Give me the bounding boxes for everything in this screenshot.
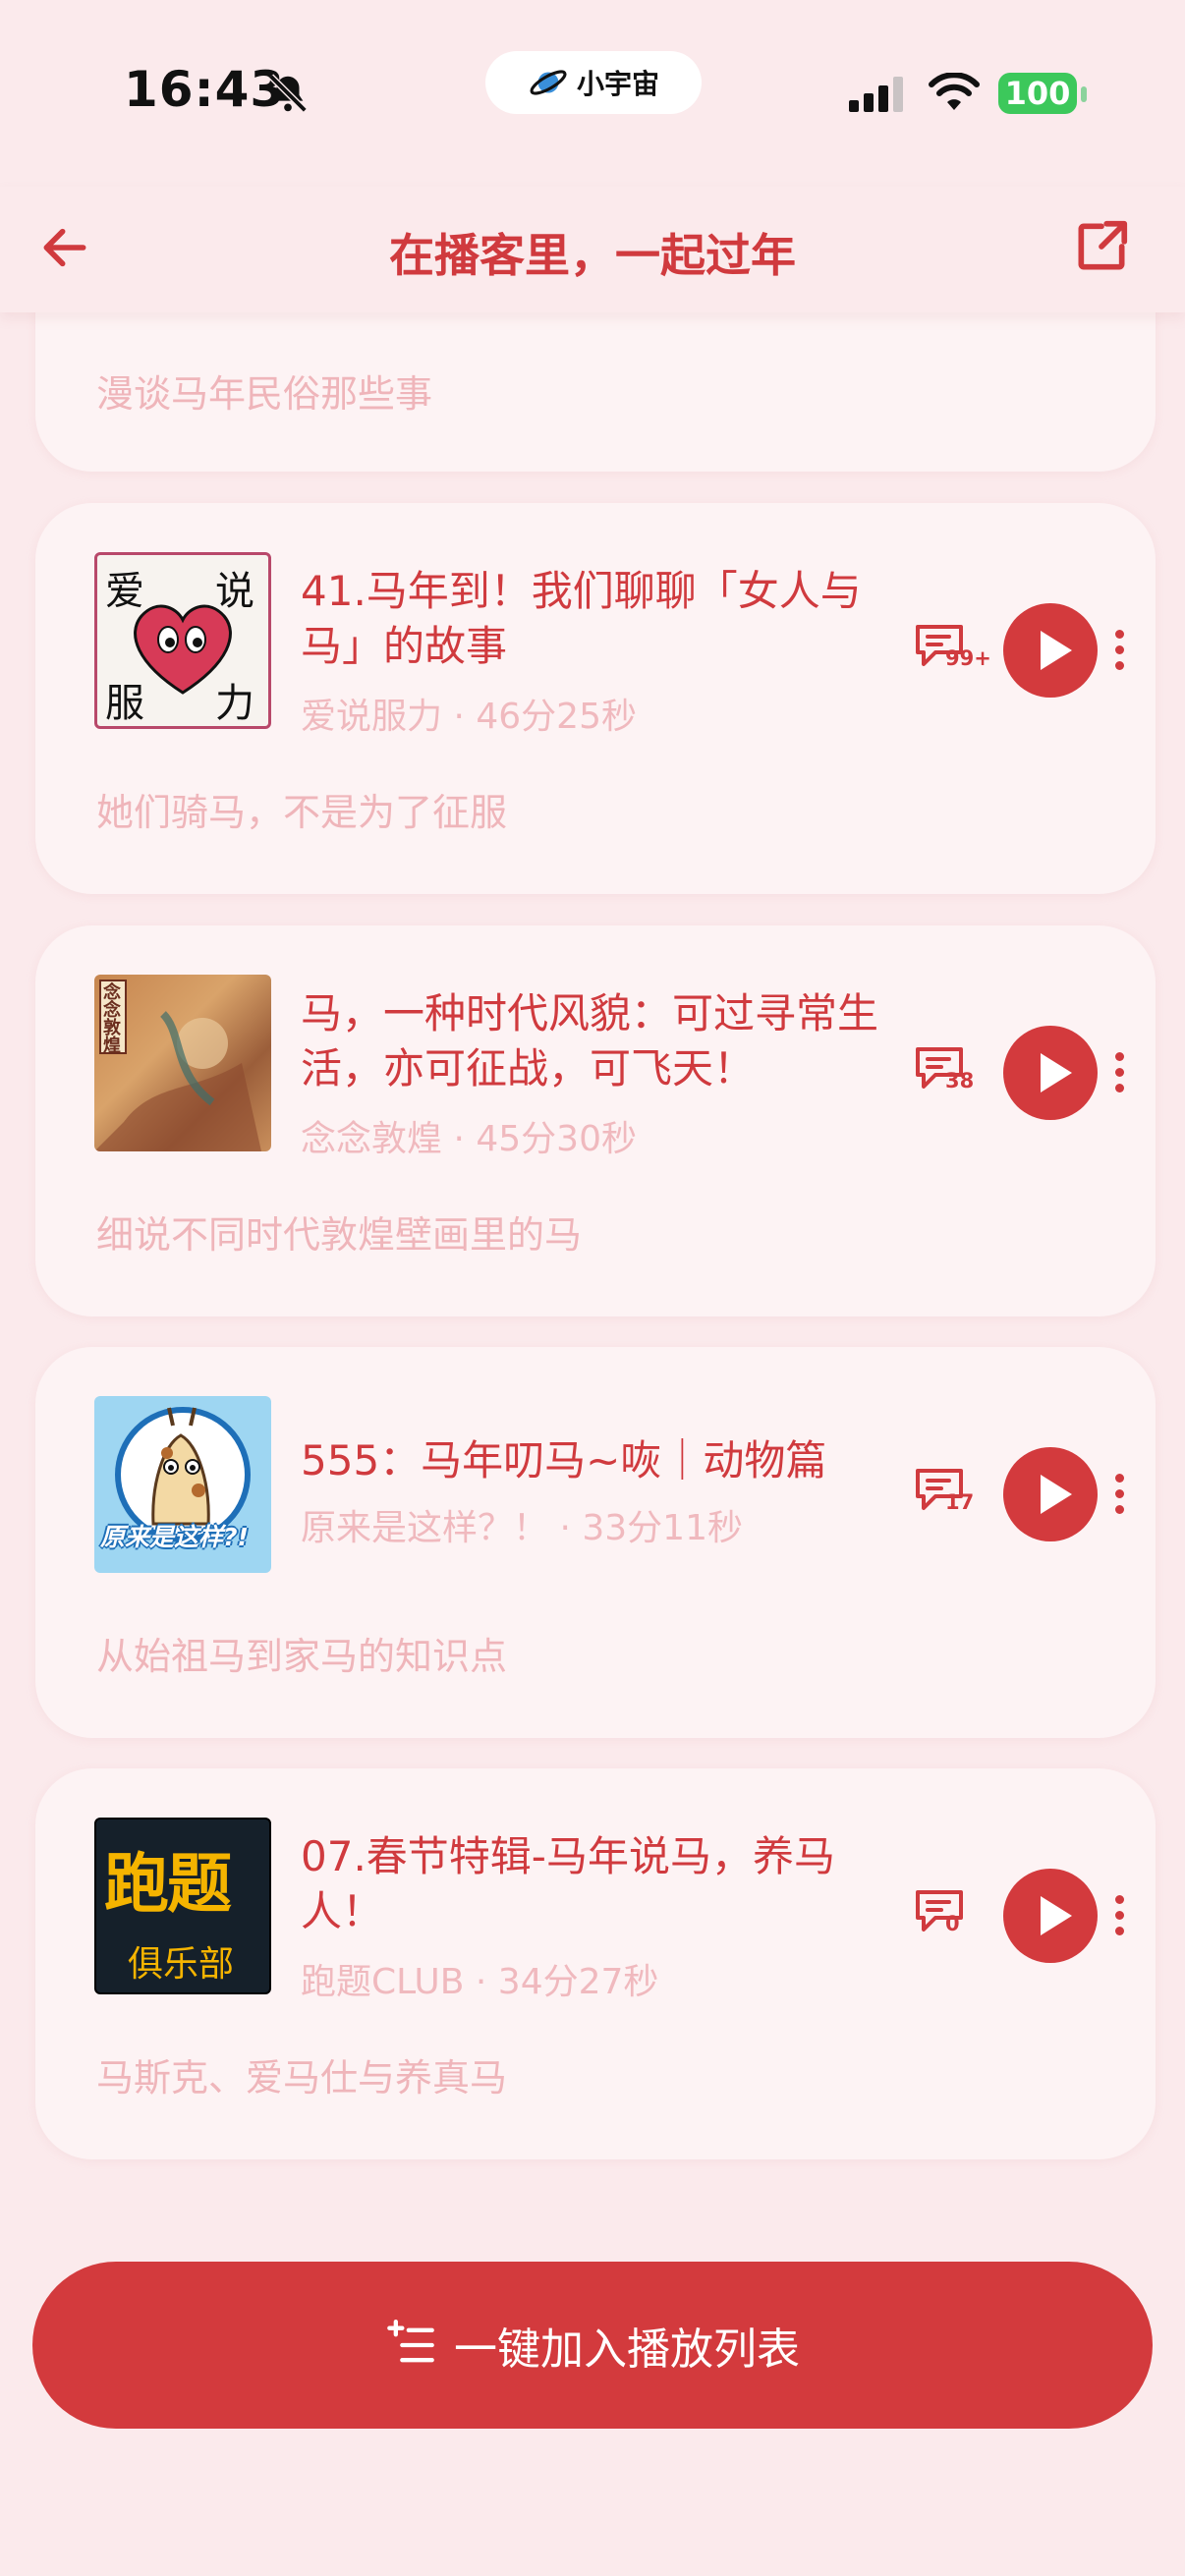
cover-char: 服 — [105, 681, 144, 726]
meta-separator: · — [548, 1508, 583, 1548]
island-label: 小宇宙 — [576, 68, 659, 100]
wifi-icon — [929, 73, 980, 110]
comment-count: 0 — [945, 1912, 960, 1935]
podcast-name[interactable]: 跑题CLUB — [301, 1962, 464, 2002]
more-options-icon[interactable] — [1114, 630, 1126, 677]
dynamic-island[interactable]: 小宇宙 — [485, 51, 702, 114]
episode-description: 细说不同时代敦煌壁画里的马 — [96, 1213, 583, 1257]
battery-indicator: 100 — [998, 73, 1077, 114]
cellular-signal-icon — [849, 77, 903, 112]
comment-count: 99+ — [945, 646, 991, 670]
cover-char: 爱 — [105, 569, 144, 614]
podcast-cover[interactable]: 爱 说 服 力 — [94, 552, 271, 729]
status-bar: 16:43 小宇宙 100 — [0, 0, 1185, 187]
add-all-label: 一键加入播放列表 — [454, 2324, 800, 2375]
cover-label: 念念敦煌 — [103, 982, 121, 1056]
more-options-icon[interactable] — [1114, 1474, 1126, 1521]
episode-meta: 原来是这样？！ · 33分11秒 — [301, 1499, 743, 1550]
episode-card[interactable]: 念念敦煌 马，一种时代风貌：可过寻常生活，亦可征战，可飞天！ 念念敦煌 · 45… — [35, 925, 1156, 1316]
episode-description: 她们骑马，不是为了征服 — [96, 791, 508, 834]
episode-title[interactable]: 07.春节特辑-马年说马，养马人！ — [301, 1829, 890, 1939]
cover-label: 跑题 — [104, 1846, 232, 1922]
episode-duration: 34分27秒 — [497, 1962, 659, 2002]
planet-icon — [530, 70, 567, 95]
nav-header: 在播客里，一起过年 — [0, 187, 1185, 312]
cover-label: 俱乐部 — [128, 1944, 235, 1985]
episode-duration: 46分25秒 — [476, 697, 637, 737]
episode-title[interactable]: 马，一种时代风貌：可过寻常生活，亦可征战，可飞天！ — [301, 986, 890, 1096]
episode-duration: 33分11秒 — [582, 1508, 743, 1548]
podcast-name[interactable]: 念念敦煌 — [301, 1119, 442, 1159]
cover-label: 原来是这样?! — [100, 1523, 249, 1551]
episode-meta: 爱说服力 · 46分25秒 — [301, 688, 637, 739]
share-icon[interactable] — [1071, 216, 1132, 277]
episode-card-partial[interactable]: 漫谈马年民俗那些事 — [35, 285, 1156, 472]
comment-count: 38 — [945, 1069, 975, 1092]
meta-separator: · — [442, 1119, 477, 1159]
playlist-add-icon — [387, 2320, 434, 2363]
cover-char: 说 — [215, 569, 254, 614]
meta-separator: · — [464, 1962, 498, 2002]
episode-meta: 念念敦煌 · 45分30秒 — [301, 1110, 637, 1161]
more-options-icon[interactable] — [1114, 1052, 1126, 1099]
episode-title[interactable]: 555：马年叨马~咴｜动物篇 — [301, 1433, 890, 1488]
battery-cap — [1081, 86, 1087, 102]
cover-char: 力 — [215, 681, 254, 726]
episode-description: 马斯克、爱马仕与养真马 — [96, 2056, 508, 2100]
episode-duration: 45分30秒 — [476, 1119, 637, 1159]
play-button[interactable] — [1003, 1869, 1098, 1963]
podcast-cover[interactable]: 跑题 俱乐部 — [94, 1818, 271, 1994]
podcast-cover[interactable]: 念念敦煌 — [94, 975, 271, 1151]
podcast-name[interactable]: 原来是这样？！ — [301, 1508, 548, 1548]
episode-card[interactable]: 跑题 俱乐部 07.春节特辑-马年说马，养马人！ 跑题CLUB · 34分27秒… — [35, 1768, 1156, 2159]
page-title: 在播客里，一起过年 — [389, 229, 796, 282]
episode-title[interactable]: 41.马年到！我们聊聊「女人与马」的故事 — [301, 564, 890, 674]
meta-separator: · — [442, 697, 477, 737]
play-button[interactable] — [1003, 1026, 1098, 1120]
episode-card[interactable]: 原来是这样?! 555：马年叨马~咴｜动物篇 原来是这样？！ · 33分11秒 … — [35, 1347, 1156, 1738]
play-button[interactable] — [1003, 1447, 1098, 1541]
add-all-to-playlist-button[interactable]: 一键加入播放列表 — [32, 2262, 1153, 2429]
episode-description: 漫谈马年民俗那些事 — [96, 372, 433, 416]
status-time: 16:43 — [124, 61, 286, 118]
play-button[interactable] — [1003, 603, 1098, 698]
episode-card[interactable]: 爱 说 服 力 41.马年到！我们聊聊「女人与马」的故事 爱说服力 · 46分2… — [35, 503, 1156, 894]
podcast-name[interactable]: 爱说服力 — [301, 697, 442, 737]
comment-count: 17 — [945, 1490, 975, 1514]
bell-muted-icon — [268, 74, 308, 113]
podcast-cover[interactable]: 原来是这样?! — [94, 1396, 271, 1573]
episode-meta: 跑题CLUB · 34分27秒 — [301, 1953, 658, 2004]
more-options-icon[interactable] — [1114, 1895, 1126, 1942]
episode-description: 从始祖马到家马的知识点 — [96, 1635, 508, 1678]
